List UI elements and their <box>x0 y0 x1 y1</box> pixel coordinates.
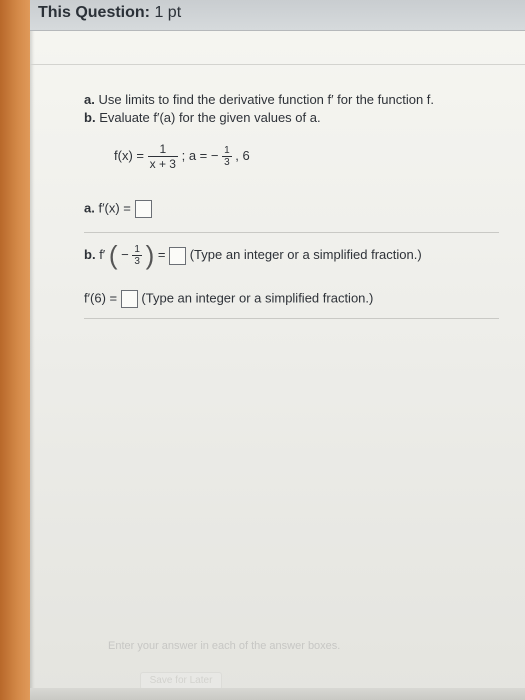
footer-instruction: Enter your answer in each of the answer … <box>108 640 341 652</box>
a-frac-denominator: 3 <box>222 156 232 168</box>
part-b2-hint: (Type an integer or a simplified fractio… <box>141 290 374 306</box>
a-value-fraction: 1 3 <box>222 145 232 168</box>
part-b1-frac-numerator: 1 <box>134 244 140 255</box>
part-b1-label: b. <box>84 246 96 262</box>
part-b1-fprime: f′ <box>99 246 106 262</box>
screen-bottom-edge <box>30 688 525 700</box>
part-b2-answer-box[interactable] <box>120 290 138 308</box>
part-b1-equals: = <box>157 246 166 262</box>
instruction-a-letter: a. <box>84 92 95 107</box>
header-title-text: This Question: <box>38 4 150 21</box>
part-b2-expr: f′(6) = <box>84 290 118 306</box>
a-frac-numerator: 1 <box>224 145 230 156</box>
function-fraction: 1 x + 3 <box>147 142 178 171</box>
part-b1-hint: (Type an integer or a simplified fractio… <box>189 246 422 262</box>
monitor-bezel <box>0 0 30 700</box>
part-a-answer-box[interactable] <box>134 200 152 218</box>
part-a-label: a. <box>84 200 95 216</box>
part-a-expr: f′(x) = <box>98 200 131 216</box>
instruction-a: a. Use limits to find the derivative fun… <box>84 92 434 107</box>
part-b1-fraction: 1 3 <box>132 244 142 267</box>
function-denominator: x + 3 <box>147 156 178 171</box>
question-header-title: This Question: 1 pt <box>38 4 181 22</box>
instruction-b: b. Evaluate f′(a) for the given values o… <box>84 110 321 125</box>
header-points: 1 pt <box>154 4 182 21</box>
part-b1-minus: − <box>121 246 129 262</box>
part-b1-frac-denominator: 3 <box>132 255 142 267</box>
function-numerator: 1 <box>159 142 167 156</box>
section-divider-bottom <box>84 318 499 319</box>
a-values-rest: , 6 <box>235 147 250 163</box>
instruction-a-text: Use limits to find the derivative functi… <box>98 92 435 107</box>
instruction-b-text: Evaluate f′(a) for the given values of a… <box>99 110 321 125</box>
open-paren: ( <box>108 240 118 270</box>
close-paren: ) <box>145 240 155 270</box>
instruction-b-letter: b. <box>84 110 96 125</box>
part-b2-row: f′(6) = (Type an integer or a simplified… <box>84 290 373 308</box>
function-lhs: f(x) = <box>114 147 144 163</box>
a-values-label: ; a = − <box>181 147 219 163</box>
section-divider <box>84 232 499 233</box>
part-b1-row: b. f′ ( − 1 3 ) = (Type an integer or a … <box>84 240 422 271</box>
header-divider <box>30 64 525 65</box>
function-definition: f(x) = 1 x + 3 ; a = − 1 3 , 6 <box>114 142 250 182</box>
part-a-row: a. f′(x) = <box>84 200 152 218</box>
part-b1-answer-box[interactable] <box>169 246 187 265</box>
